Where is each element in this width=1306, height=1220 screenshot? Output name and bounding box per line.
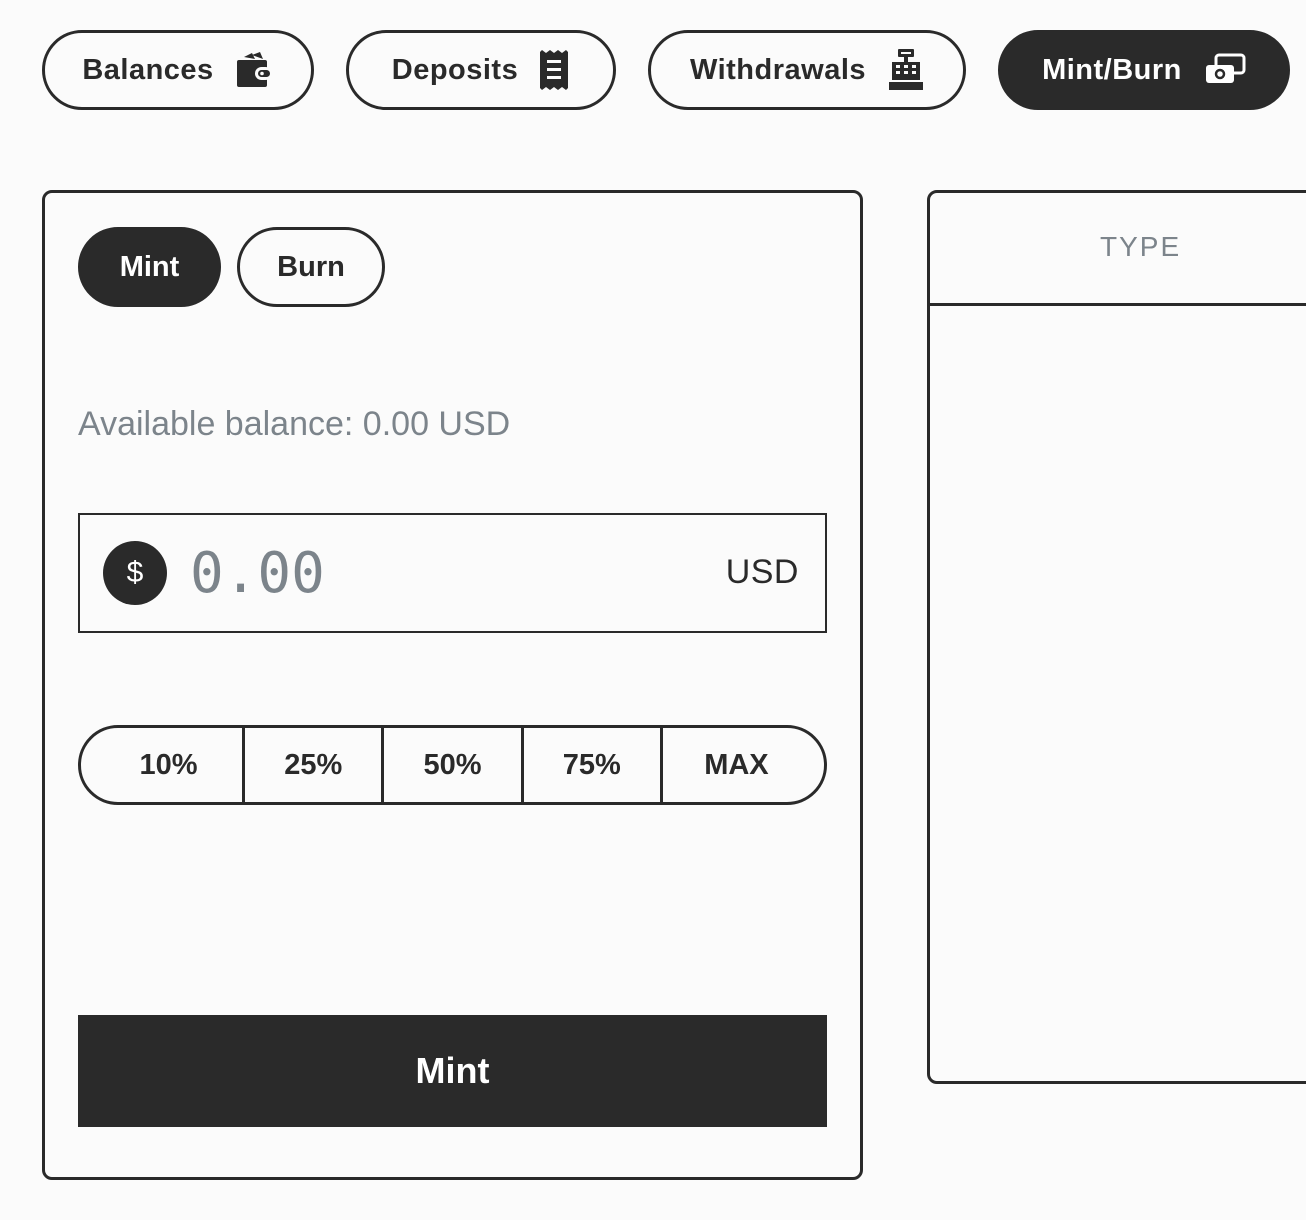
cash-register-icon [888, 49, 924, 91]
history-table: TYPE [927, 190, 1306, 1084]
tab-balances[interactable]: Balances [42, 30, 314, 110]
tab-deposits[interactable]: Deposits [346, 30, 616, 110]
column-header-type[interactable]: TYPE [1100, 231, 1181, 263]
currency-label: USD [725, 553, 799, 591]
wallet-icon [236, 51, 274, 89]
available-balance: Available balance: 0.00 USD [78, 405, 511, 443]
money-bills-icon [1204, 53, 1246, 87]
percent-max-button[interactable]: MAX [663, 728, 824, 802]
mint-toggle-button[interactable]: Mint [78, 227, 221, 307]
amount-input[interactable] [190, 529, 670, 617]
mint-burn-form: Mint Burn Available balance: 0.00 USD $ … [42, 190, 863, 1180]
percent-10-button[interactable]: 10% [81, 728, 246, 802]
tab-mint-burn[interactable]: Mint/Burn [998, 30, 1290, 110]
tab-balances-label: Balances [82, 53, 214, 86]
percent-50-button[interactable]: 50% [384, 728, 524, 802]
burn-toggle-button[interactable]: Burn [237, 227, 385, 307]
receipt-icon [540, 50, 570, 90]
tab-mint-burn-label: Mint/Burn [1042, 53, 1182, 86]
tab-deposits-label: Deposits [391, 53, 519, 86]
amount-field: $ USD [78, 513, 827, 633]
tab-withdrawals-label: Withdrawals [689, 53, 867, 86]
dollar-icon: $ [103, 541, 167, 605]
percent-75-button[interactable]: 75% [524, 728, 663, 802]
percent-selector: 10% 25% 50% 75% MAX [78, 725, 827, 805]
mint-submit-button[interactable]: Mint [78, 1015, 827, 1127]
percent-25-button[interactable]: 25% [245, 728, 385, 802]
tab-withdrawals[interactable]: Withdrawals [648, 30, 966, 110]
table-header: TYPE [930, 193, 1306, 306]
